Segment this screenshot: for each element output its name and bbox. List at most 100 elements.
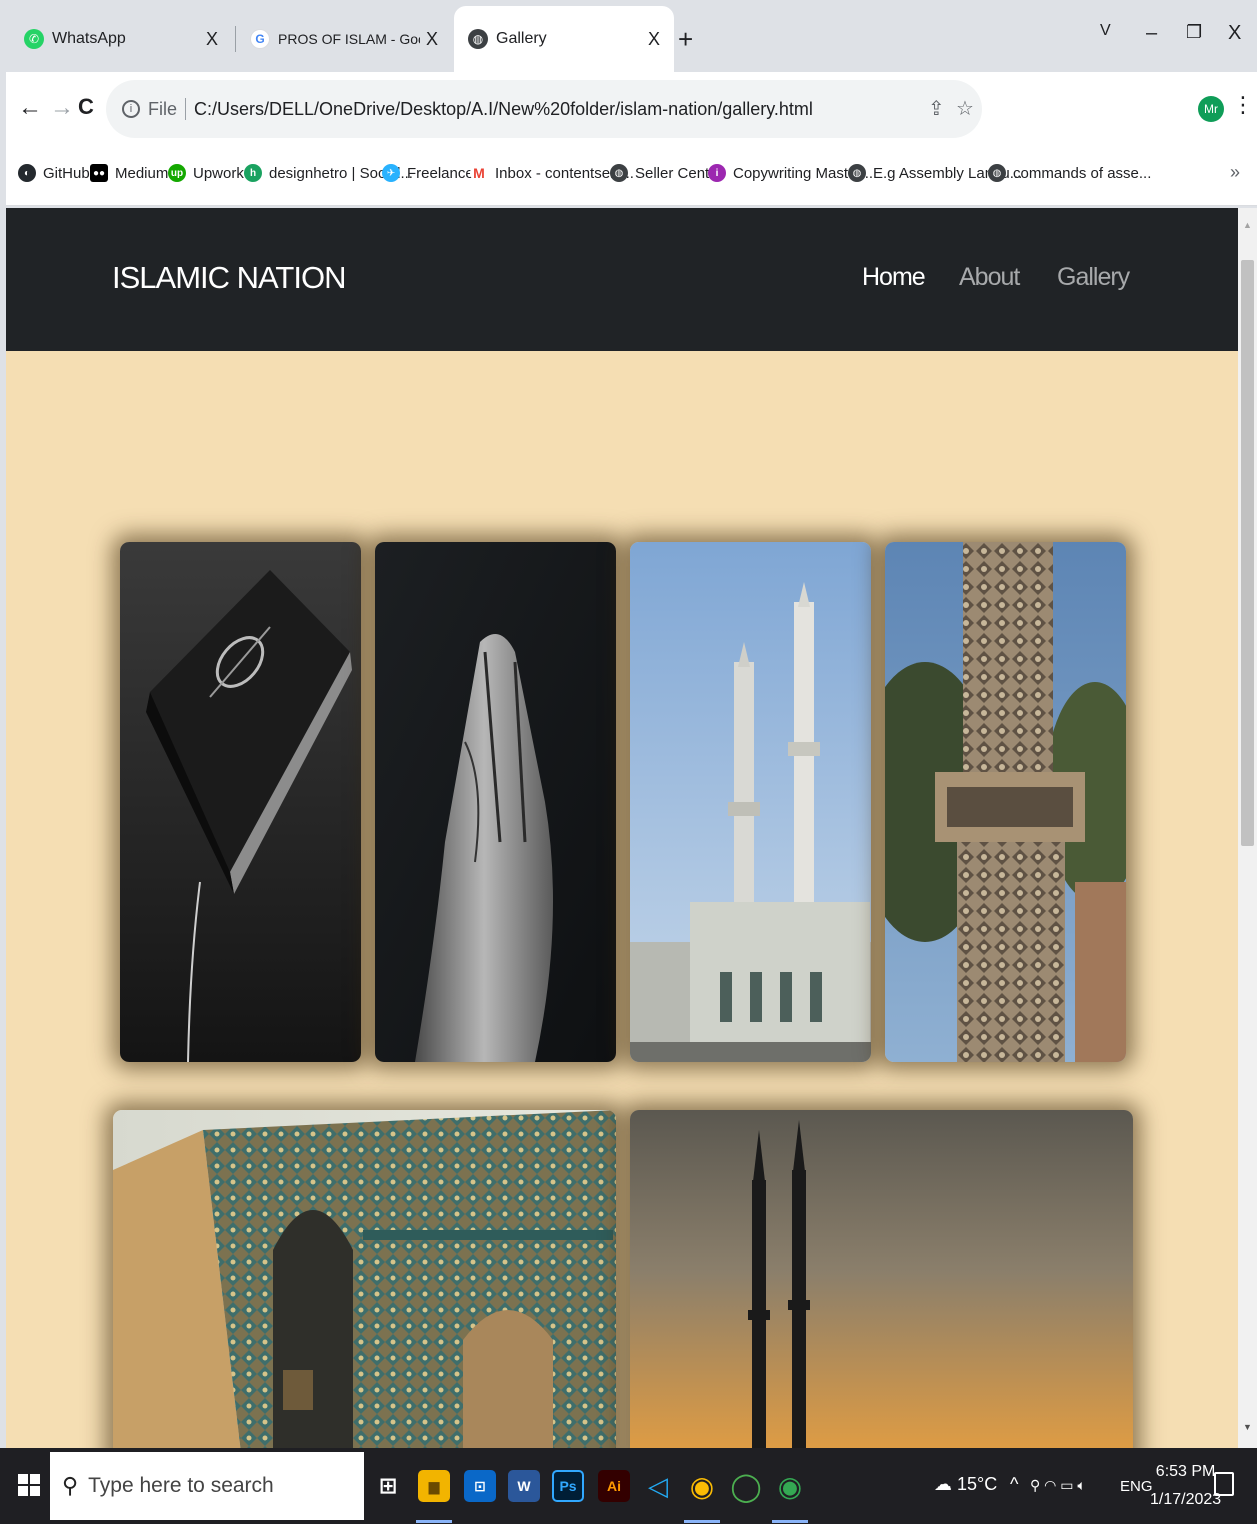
close-window-button[interactable]: X bbox=[1228, 22, 1241, 45]
vscode-icon[interactable]: ◁ bbox=[642, 1470, 674, 1502]
back-button[interactable]: ← bbox=[18, 94, 42, 122]
clock-time: 6:53 PM bbox=[1155, 1463, 1216, 1480]
coin-extension-icon[interactable]: $ bbox=[1052, 98, 1072, 118]
kebab-menu-icon[interactable]: ⋮ bbox=[1232, 92, 1254, 118]
weather-widget[interactable]: ☁ 15°C bbox=[934, 1474, 997, 1495]
minimize-button[interactable]: – bbox=[1146, 22, 1157, 45]
nav-link-home[interactable]: Home bbox=[862, 263, 926, 292]
sunset-minarets-image bbox=[630, 1110, 1133, 1448]
grammarly-extension-icon[interactable]: G bbox=[992, 98, 1012, 118]
gallery-image-mosaic-minaret[interactable] bbox=[885, 542, 1126, 1062]
scroll-up-arrow-icon[interactable]: ▲ bbox=[1243, 220, 1252, 230]
bookmark-label: Medium bbox=[115, 164, 169, 182]
scrollbar-thumb[interactable] bbox=[1241, 260, 1254, 846]
tab-search-button[interactable]: V bbox=[1100, 22, 1111, 40]
close-icon[interactable]: X bbox=[426, 29, 438, 50]
new-tab-button[interactable]: + bbox=[678, 24, 693, 55]
reload-button[interactable]: C bbox=[78, 94, 94, 120]
profile-avatar[interactable]: Mr bbox=[1198, 96, 1224, 122]
battery-icon: ▭ bbox=[1060, 1477, 1074, 1493]
globe-icon: ◍ bbox=[468, 29, 488, 49]
screen: ✆ WhatsApp X G PROS OF ISLAM - Google Se… bbox=[0, 0, 1257, 1524]
info-icon[interactable]: i bbox=[122, 100, 140, 118]
m-extension-icon[interactable]: M bbox=[1022, 98, 1042, 118]
tray-status-icons[interactable]: ⚲ ◠ ▭ 🔈︎ bbox=[1030, 1477, 1086, 1494]
tab-label: WhatsApp bbox=[52, 30, 126, 47]
store-icon[interactable]: ⊡ bbox=[464, 1470, 496, 1502]
bookmark-github[interactable]: ◐ GitHub bbox=[18, 164, 90, 182]
address-bar[interactable]: i File C:/Users/DELL/OneDrive/Desktop/A.… bbox=[106, 80, 982, 138]
shield-extension-icon[interactable]: © bbox=[1082, 98, 1102, 118]
wifi-icon: ◠ bbox=[1044, 1477, 1057, 1493]
taskbar-clock[interactable]: 6:53 PM 1/17/2023 bbox=[1150, 1458, 1221, 1514]
globe-icon: ◍ bbox=[848, 164, 866, 182]
close-icon[interactable]: X bbox=[206, 29, 218, 50]
gallery-image-praying-hands[interactable] bbox=[375, 542, 616, 1062]
word-icon[interactable]: W bbox=[508, 1470, 540, 1502]
chrome-profile-icon[interactable]: ◉ bbox=[774, 1470, 806, 1502]
github-icon: ◐ bbox=[18, 164, 36, 182]
freelancer-icon: ✈ bbox=[382, 164, 400, 182]
language-indicator[interactable]: ENG bbox=[1120, 1478, 1153, 1495]
gallery-image-quran[interactable] bbox=[120, 542, 361, 1062]
side-panel-icon[interactable]: ▯ bbox=[1166, 98, 1186, 118]
bookmark-seller-center[interactable]: ◍ Seller Center bbox=[610, 164, 723, 182]
tab-label: PROS OF ISLAM - Google Search bbox=[278, 31, 420, 47]
task-view-icon[interactable]: ⊞ bbox=[372, 1470, 404, 1502]
browser-toolbar: ← → C i File C:/Users/DELL/OneDrive/Desk… bbox=[6, 72, 1257, 148]
tab-label: Gallery bbox=[496, 30, 547, 47]
close-icon[interactable]: X bbox=[648, 29, 660, 50]
url-text[interactable]: C:/Users/DELL/OneDrive/Desktop/A.I/New%2… bbox=[194, 99, 813, 120]
share-icon[interactable]: ⇪ bbox=[928, 96, 945, 121]
site-navbar: ISLAMIC NATION Home About Gallery bbox=[6, 208, 1238, 351]
taskbar-search-box[interactable]: ⚲ Type here to search bbox=[50, 1452, 364, 1520]
gallery-image-sunset-minarets[interactable] bbox=[630, 1110, 1133, 1448]
sync-app-icon[interactable]: ◯ bbox=[730, 1470, 762, 1502]
windows-taskbar: ⚲ Type here to search ⊞ ▆ ⊡ W Ps Ai ◁ ◉ … bbox=[0, 1448, 1257, 1524]
site-brand[interactable]: ISLAMIC NATION bbox=[112, 260, 346, 296]
gallery-image-mosque[interactable] bbox=[630, 542, 871, 1062]
bookmark-label: commands of asse... bbox=[1013, 164, 1152, 182]
scroll-down-arrow-icon[interactable]: ▼ bbox=[1243, 1422, 1252, 1432]
windows-start-icon[interactable] bbox=[18, 1474, 40, 1496]
bookmark-commands[interactable]: ◍ commands of asse... bbox=[988, 164, 1151, 182]
s-extension-icon[interactable]: S bbox=[1110, 98, 1130, 118]
nav-link-about[interactable]: About bbox=[959, 263, 1020, 292]
tab-google-search[interactable]: G PROS OF ISLAM - Google Search X bbox=[236, 6, 452, 72]
mosaic-minaret-image bbox=[885, 542, 1126, 1062]
bookmark-label: GitHub bbox=[43, 164, 90, 182]
clock-date: 1/17/2023 bbox=[1150, 1491, 1222, 1508]
bookmark-label: Upwork bbox=[193, 164, 244, 182]
puzzle-extensions-icon[interactable]: ✱ bbox=[1138, 98, 1158, 118]
google-icon: G bbox=[250, 29, 270, 49]
page-scrollbar[interactable]: ▲ ▼ bbox=[1238, 208, 1257, 1448]
notification-center-icon[interactable] bbox=[1214, 1472, 1234, 1496]
gallery-image-tiled-facade[interactable] bbox=[113, 1110, 616, 1448]
bookmark-star-icon[interactable]: ☆ bbox=[956, 96, 974, 121]
bookmark-medium[interactable]: ●● Medium bbox=[90, 164, 168, 182]
bookmark-label: Freelancer bbox=[407, 164, 479, 182]
tray-overflow-button[interactable]: ^ bbox=[1010, 1474, 1018, 1495]
illustrator-icon[interactable]: Ai bbox=[598, 1470, 630, 1502]
chrome-icon[interactable]: ◉ bbox=[686, 1470, 718, 1502]
mosque-minarets-image bbox=[630, 542, 871, 1062]
upwork-icon: up bbox=[168, 164, 186, 182]
bookmark-freelancer[interactable]: ✈ Freelancer bbox=[382, 164, 479, 182]
tab-gallery[interactable]: ◍ Gallery X bbox=[454, 6, 674, 72]
whatsapp-icon: ✆ bbox=[24, 29, 44, 49]
photoshop-icon[interactable]: Ps bbox=[552, 1470, 584, 1502]
weather-temperature: 15°C bbox=[957, 1474, 998, 1494]
restore-button[interactable]: ❐ bbox=[1186, 22, 1202, 43]
scheme-label: File bbox=[148, 98, 178, 119]
file-explorer-icon[interactable]: ▆ bbox=[418, 1470, 450, 1502]
globe-icon: ◍ bbox=[988, 164, 1006, 182]
volume-icon: 🔈︎ bbox=[1077, 1477, 1086, 1493]
bookmarks-overflow-button[interactable]: » bbox=[1230, 162, 1240, 183]
forward-button[interactable]: → bbox=[50, 94, 74, 122]
bookmark-upwork[interactable]: up Upwork bbox=[168, 164, 244, 182]
globe-icon: ◍ bbox=[610, 164, 628, 182]
designhetro-icon: h bbox=[244, 164, 262, 182]
nav-link-gallery[interactable]: Gallery bbox=[1057, 263, 1130, 292]
quran-book-image bbox=[120, 542, 361, 1062]
tab-whatsapp[interactable]: ✆ WhatsApp X bbox=[10, 6, 232, 72]
